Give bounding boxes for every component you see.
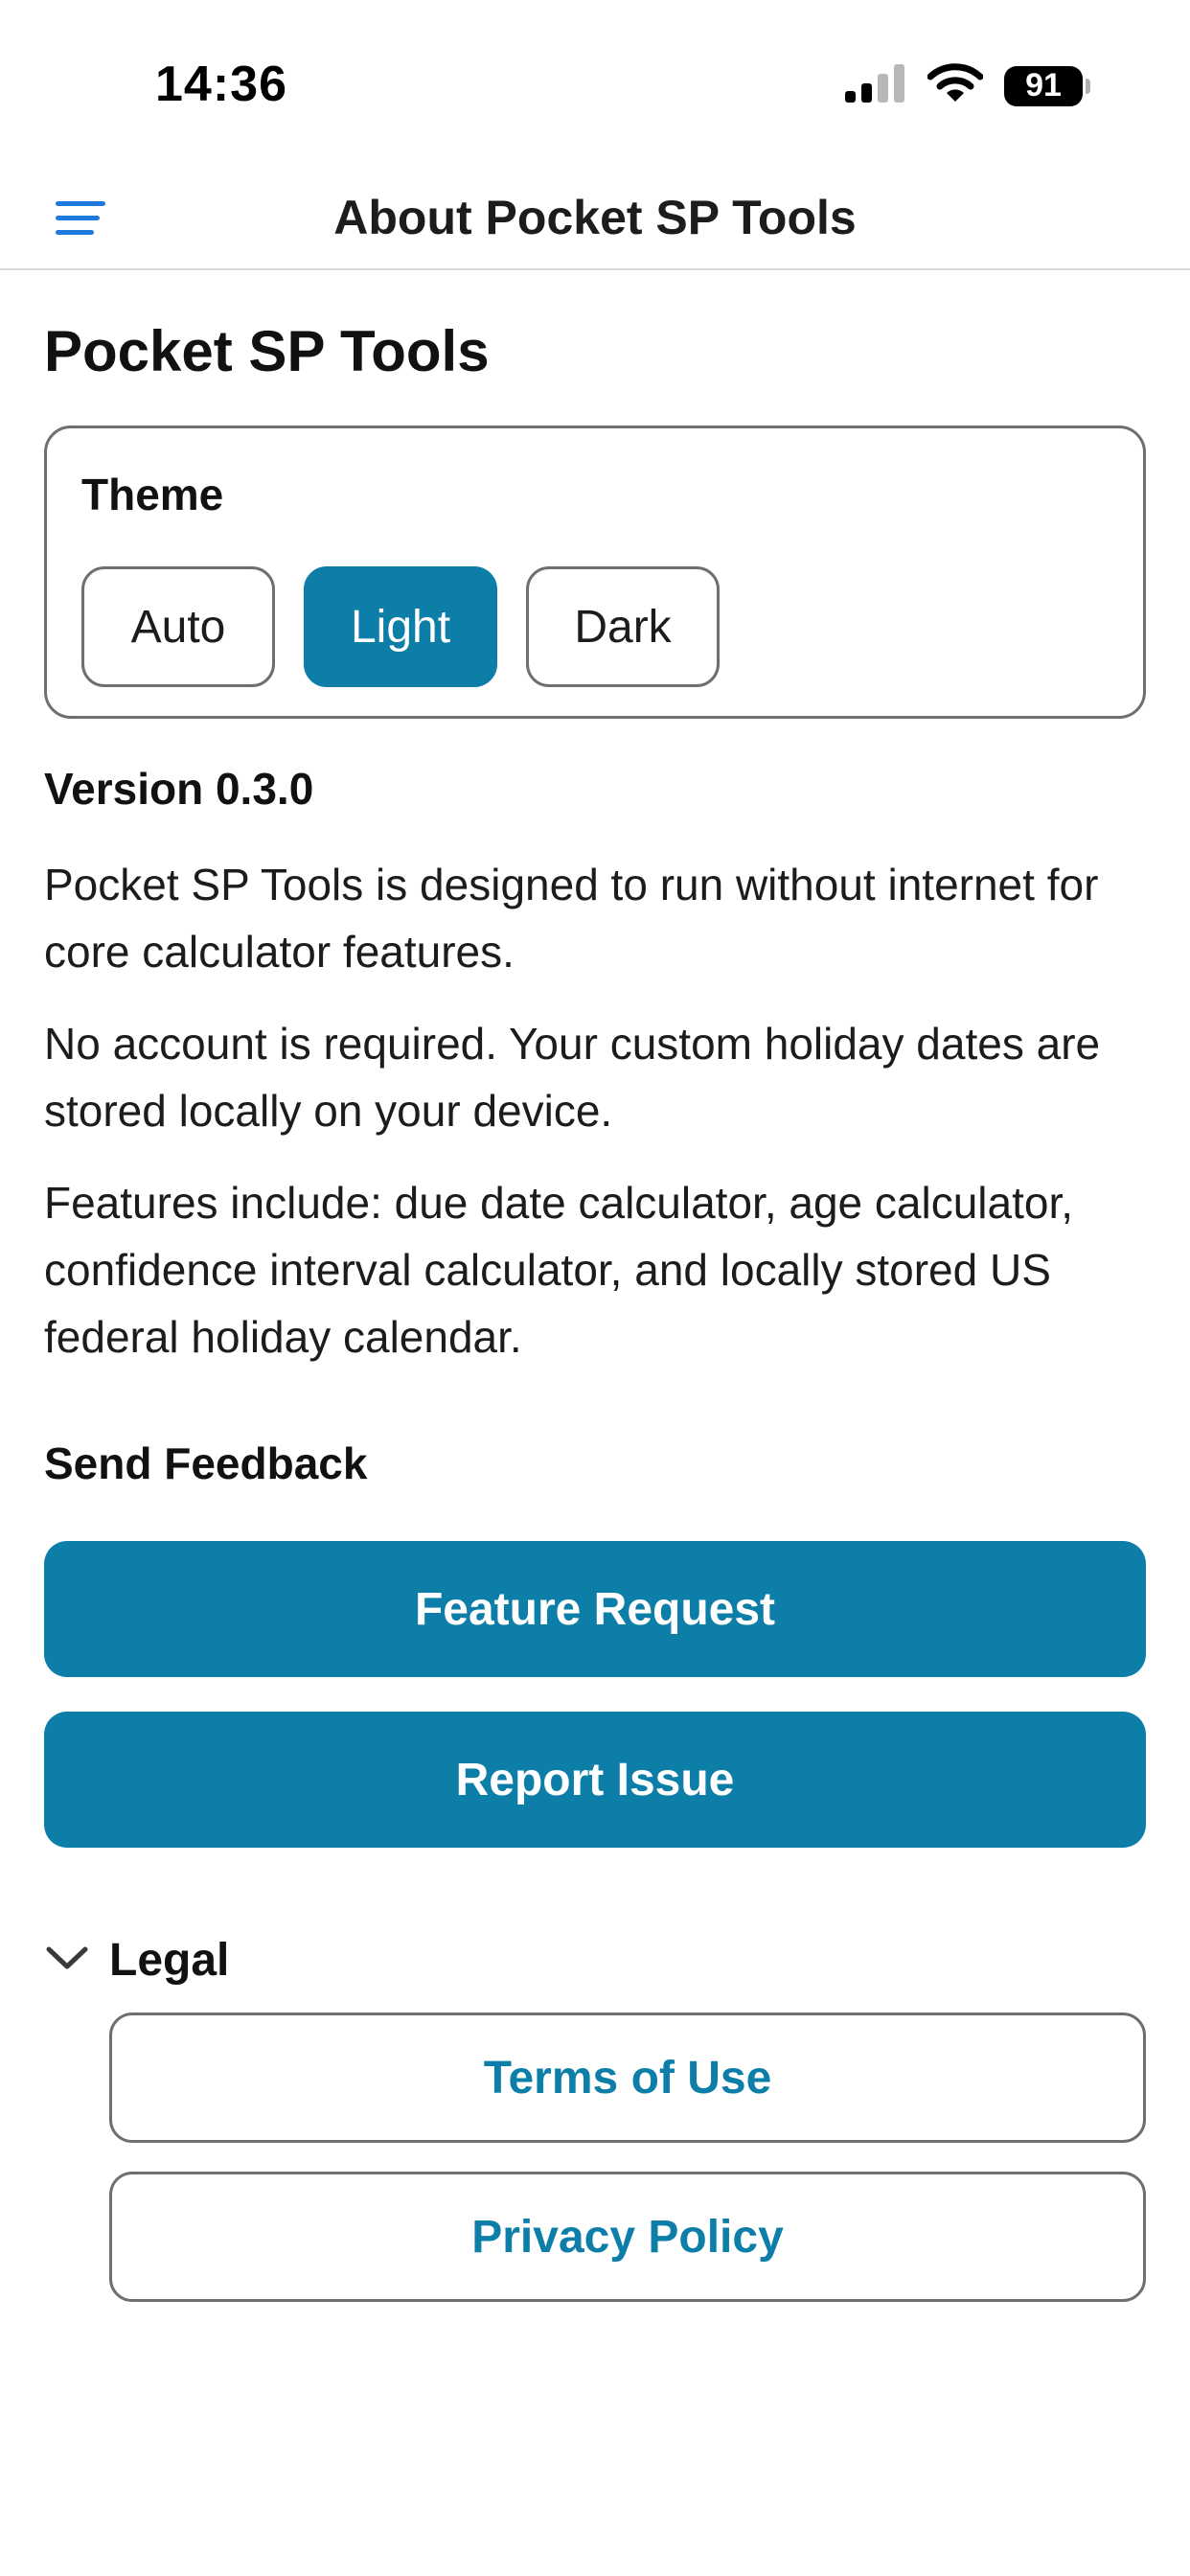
nav-title: About Pocket SP Tools xyxy=(333,191,857,244)
theme-options: Auto Light Dark xyxy=(81,566,720,687)
report-issue-button[interactable]: Report Issue xyxy=(44,1712,1146,1848)
page-title: Pocket SP Tools xyxy=(44,319,490,383)
legal-title: Legal xyxy=(109,1935,230,1986)
status-time: 14:36 xyxy=(155,57,287,112)
battery-icon: 91 xyxy=(1004,65,1090,106)
theme-label: Theme xyxy=(81,470,224,519)
version-label: Version 0.3.0 xyxy=(44,764,314,814)
legal-disclosure-toggle[interactable]: Legal xyxy=(44,1934,229,1987)
battery-level: 91 xyxy=(1025,67,1062,104)
feature-request-button[interactable]: Feature Request xyxy=(44,1541,1146,1677)
send-feedback-heading: Send Feedback xyxy=(44,1438,368,1488)
wifi-icon xyxy=(927,63,984,108)
about-paragraph-privacy: No account is required. Your custom holi… xyxy=(44,1019,1101,1136)
navigation-bar: About Pocket SP Tools xyxy=(0,163,1190,270)
about-paragraph-offline: Pocket SP Tools is designed to run witho… xyxy=(44,860,1099,977)
theme-auto-button[interactable]: Auto xyxy=(81,566,275,687)
status-bar: 14:36 91 xyxy=(0,0,1190,144)
about-paragraph-features: Features include: due date calculator, a… xyxy=(44,1178,1074,1362)
chevron-down-icon xyxy=(44,1944,90,1977)
privacy-policy-button[interactable]: Privacy Policy xyxy=(109,2172,1146,2302)
terms-of-use-button[interactable]: Terms of Use xyxy=(109,2012,1146,2143)
theme-dark-button[interactable]: Dark xyxy=(526,566,720,687)
status-icons: 91 xyxy=(845,63,1090,108)
theme-card: Theme Auto Light Dark xyxy=(44,426,1146,719)
cellular-signal-icon xyxy=(845,64,906,107)
theme-light-button[interactable]: Light xyxy=(304,566,497,687)
